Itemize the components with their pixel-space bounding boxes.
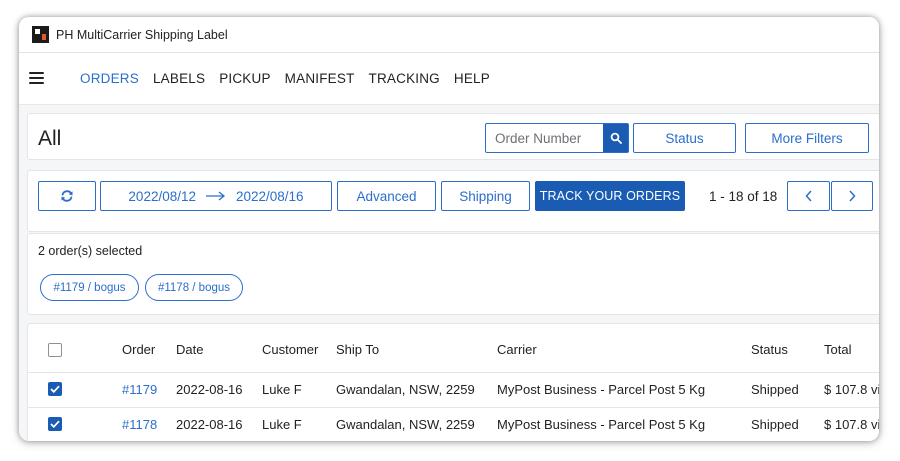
nav-items: ORDERS LABELS PICKUP MANIFEST TRACKING H…	[80, 71, 504, 86]
refresh-button[interactable]	[38, 181, 96, 211]
status-filter-button[interactable]: Status	[633, 123, 736, 153]
prev-page-button[interactable]	[787, 181, 830, 211]
app-title: PH MultiCarrier Shipping Label	[56, 27, 228, 42]
header-customer[interactable]: Customer	[262, 342, 318, 357]
more-filters-button[interactable]: More Filters	[745, 123, 869, 153]
header-carrier[interactable]: Carrier	[497, 342, 537, 357]
order-status: Shipped	[751, 382, 799, 397]
header-status[interactable]: Status	[751, 342, 788, 357]
pagination-count: 1 - 18 of 18	[709, 189, 778, 204]
arrow-right-icon	[206, 189, 226, 204]
header-order[interactable]: Order	[122, 342, 155, 357]
order-status: Shipped	[751, 417, 799, 432]
order-link[interactable]: #1178	[122, 417, 157, 432]
refresh-icon	[61, 190, 73, 202]
order-date: 2022-08-16	[176, 417, 243, 432]
row-divider	[27, 407, 879, 408]
chevron-left-icon	[804, 190, 812, 202]
header-ship-to[interactable]: Ship To	[336, 342, 379, 357]
order-link[interactable]: #1179	[122, 382, 157, 397]
order-number-input[interactable]	[486, 124, 603, 152]
order-customer: Luke F	[262, 382, 302, 397]
header-date[interactable]: Date	[176, 342, 203, 357]
select-all-checkbox[interactable]	[48, 343, 62, 357]
row-divider	[27, 372, 879, 373]
title-bar: PH MultiCarrier Shipping Label	[19, 17, 879, 53]
order-carrier: MyPost Business - Parcel Post 5 Kg	[497, 417, 706, 432]
chevron-right-icon	[849, 190, 856, 202]
date-to: 2022/08/16	[236, 188, 304, 204]
order-customer: Luke F	[262, 417, 302, 432]
shipping-button[interactable]: Shipping	[441, 181, 530, 211]
checkmark-icon	[50, 385, 60, 393]
selected-chip[interactable]: #1178 / bogus	[145, 274, 243, 301]
selected-chip[interactable]: #1179 / bogus	[40, 274, 139, 301]
app-window: PH MultiCarrier Shipping Label ORDERS LA…	[19, 17, 879, 441]
order-carrier: MyPost Business - Parcel Post 5 Kg	[497, 382, 706, 397]
order-total: $ 107.8 vi	[824, 382, 879, 397]
page-title: All	[38, 127, 62, 150]
next-page-button[interactable]	[831, 181, 873, 211]
track-orders-button[interactable]: TRACK YOUR ORDERS	[535, 181, 685, 211]
nav-orders[interactable]: ORDERS	[80, 71, 139, 86]
date-range-picker[interactable]: 2022/08/12 2022/08/16	[100, 181, 332, 211]
header-total[interactable]: Total	[824, 342, 851, 357]
search-button[interactable]	[603, 124, 628, 152]
nav-tracking[interactable]: TRACKING	[369, 71, 440, 86]
order-search	[485, 123, 629, 153]
nav-manifest[interactable]: MANIFEST	[285, 71, 355, 86]
nav-bar: ORDERS LABELS PICKUP MANIFEST TRACKING H…	[19, 53, 879, 105]
nav-help[interactable]: HELP	[454, 71, 490, 86]
hamburger-menu-icon[interactable]	[29, 72, 44, 84]
order-total: $ 107.8 vi	[824, 417, 879, 432]
row-checkbox[interactable]	[48, 382, 62, 396]
nav-pickup[interactable]: PICKUP	[219, 71, 270, 86]
advanced-button[interactable]: Advanced	[337, 181, 436, 211]
row-checkbox[interactable]	[48, 417, 62, 431]
order-date: 2022-08-16	[176, 382, 243, 397]
order-ship-to: Gwandalan, NSW, 2259	[336, 417, 475, 432]
checkmark-icon	[50, 420, 60, 428]
app-logo-icon	[32, 26, 49, 43]
date-from: 2022/08/12	[128, 188, 196, 204]
nav-labels[interactable]: LABELS	[153, 71, 205, 86]
order-ship-to: Gwandalan, NSW, 2259	[336, 382, 475, 397]
search-icon	[610, 132, 622, 144]
selected-count: 2 order(s) selected	[38, 244, 143, 258]
